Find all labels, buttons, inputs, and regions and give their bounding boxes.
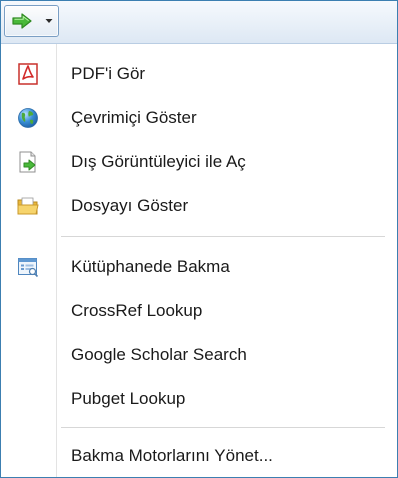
menu-item-label: Kütüphanede Bakma xyxy=(71,257,230,276)
menu-item-label: Dosyayı Göster xyxy=(71,196,189,215)
toolbar xyxy=(1,1,397,44)
menu-item-view-pdf[interactable]: PDF'i Gör xyxy=(1,52,397,96)
menu-item-pubget-lookup[interactable]: Pubget Lookup xyxy=(1,377,397,421)
menu-item-open-external[interactable]: Dış Görüntüleyici ile Aç xyxy=(1,140,397,184)
globe-icon xyxy=(15,105,41,131)
pdf-icon xyxy=(15,61,41,87)
folder-icon xyxy=(15,193,41,219)
menu-item-label: Google Scholar Search xyxy=(71,345,247,364)
green-arrow-icon xyxy=(11,13,32,29)
locate-dropdown-menu: PDF'i Gör Çevrimiçi Göster Dış Görüntüle… xyxy=(1,44,397,477)
menu-item-manage-lookup-engines[interactable]: Bakma Motorlarını Yönet... xyxy=(1,434,397,478)
menu-item-label: Dış Görüntüleyici ile Aç xyxy=(71,152,246,171)
menu-item-label: CrossRef Lookup xyxy=(71,301,203,320)
locate-menu-window: PDF'i Gör Çevrimiçi Göster Dış Görüntüle… xyxy=(0,0,398,478)
menu-item-library-lookup[interactable]: Kütüphanede Bakma xyxy=(1,245,397,289)
open-external-icon xyxy=(15,149,41,175)
menu-separator xyxy=(61,236,385,238)
menu-separator xyxy=(61,427,385,429)
locate-split-button[interactable] xyxy=(4,5,59,37)
menu-item-label: PDF'i Gör xyxy=(71,64,146,83)
menu-item-label: Bakma Motorlarını Yönet... xyxy=(71,446,273,465)
menu-item-crossref-lookup[interactable]: CrossRef Lookup xyxy=(1,289,397,333)
menu-item-view-online[interactable]: Çevrimiçi Göster xyxy=(1,96,397,140)
library-lookup-icon xyxy=(15,254,41,280)
menu-item-label: Pubget Lookup xyxy=(71,389,186,408)
menu-item-show-file[interactable]: Dosyayı Göster xyxy=(1,184,397,228)
menu-item-label: Çevrimiçi Göster xyxy=(71,108,197,127)
locate-button[interactable] xyxy=(5,6,38,36)
dropdown-arrow-icon xyxy=(45,18,53,24)
dropdown-toggle[interactable] xyxy=(39,6,58,36)
menu-item-google-scholar-search[interactable]: Google Scholar Search xyxy=(1,333,397,377)
